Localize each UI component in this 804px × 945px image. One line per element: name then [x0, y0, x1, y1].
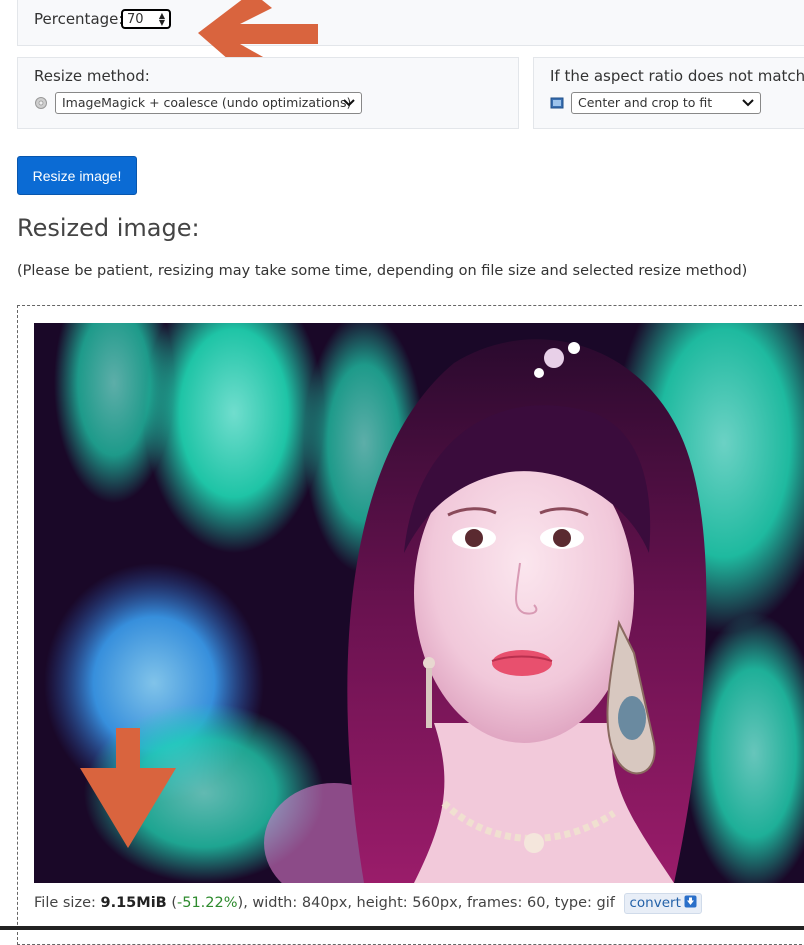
file-size-value: 9.15MiB	[100, 895, 167, 911]
file-info: File size: 9.15MiB (-51.22%), width: 840…	[34, 893, 702, 914]
bottom-edge-bar	[0, 926, 804, 930]
resize-method-value: ImageMagick + coalesce (undo optimizatio…	[62, 95, 352, 110]
download-icon	[684, 895, 697, 908]
chevron-down-icon	[742, 99, 754, 107]
chevron-down-icon	[343, 99, 355, 107]
percentage-label: Percentage:	[34, 10, 124, 28]
percentage-input[interactable]: 70 ▲ ▼	[121, 9, 171, 29]
percentage-panel: Percentage: 70 ▲ ▼	[17, 0, 804, 46]
aspect-ratio-select[interactable]: Center and crop to fit	[571, 92, 761, 114]
convert-label: convert	[629, 895, 681, 911]
gear-icon	[35, 97, 47, 109]
aspect-ratio-value: Center and crop to fit	[578, 95, 713, 110]
size-change-percent: -51.22%	[177, 895, 238, 911]
convert-button[interactable]: convert	[623, 893, 702, 914]
resized-image[interactable]	[34, 323, 804, 883]
file-details: ), width: 840px, height: 560px, frames: …	[237, 895, 615, 911]
resize-image-button[interactable]: Resize image!	[17, 156, 137, 195]
aspect-ratio-panel: If the aspect ratio does not match: Cent…	[533, 57, 804, 129]
percentage-value: 70	[127, 12, 144, 27]
resize-method-panel: Resize method: ImageMagick + coalesce (u…	[17, 57, 519, 129]
spinner-arrows-icon[interactable]: ▲ ▼	[159, 12, 165, 27]
patience-note: (Please be patient, resizing may take so…	[17, 263, 748, 279]
aspect-ratio-label: If the aspect ratio does not match:	[550, 67, 804, 85]
crop-image-icon	[550, 97, 564, 109]
resize-method-label: Resize method:	[34, 67, 150, 85]
file-size-label: File size:	[34, 895, 101, 911]
result-heading: Resized image:	[17, 214, 200, 242]
resize-method-select[interactable]: ImageMagick + coalesce (undo optimizatio…	[55, 92, 362, 114]
